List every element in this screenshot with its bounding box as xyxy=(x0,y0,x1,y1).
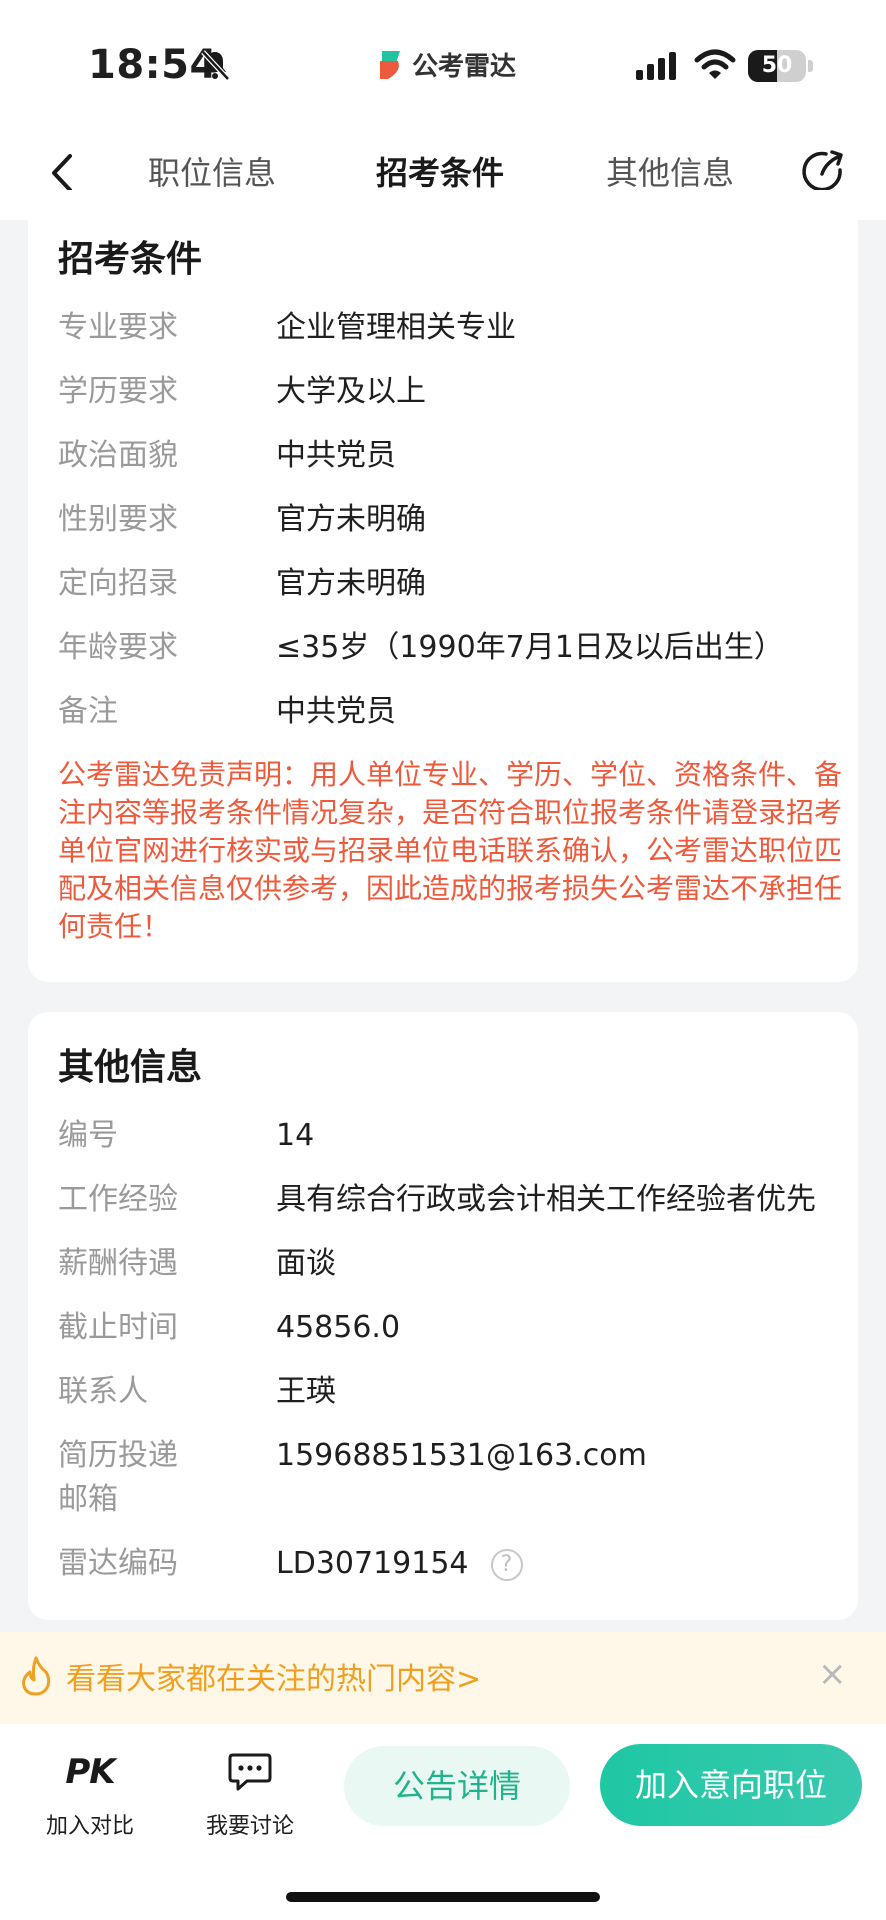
row-label: 学历要求 xyxy=(58,374,178,409)
hot-content-link[interactable]: 看看大家都在关注的热门内容> xyxy=(66,1654,481,1698)
row-value: 中共党员 xyxy=(276,694,396,729)
info-row: 工作经验 具有综合行政或会计相关工作经验者优先 xyxy=(58,1178,848,1228)
fire-icon xyxy=(22,1656,51,1696)
row-label: 专业要求 xyxy=(58,310,178,345)
app-name: 公考雷达 xyxy=(412,52,517,82)
requirement-row: 性别要求 官方未明确 xyxy=(58,498,848,548)
requirement-row: 定向招录 官方未明确 xyxy=(58,562,848,612)
tab-requirements[interactable]: 招考条件 xyxy=(376,148,504,194)
row-label: 年龄要求 xyxy=(58,630,178,665)
row-label: 工作经验 xyxy=(58,1182,178,1217)
battery-tip xyxy=(808,60,813,72)
row-value: 大学及以上 xyxy=(276,374,426,409)
app-brand: 公考雷达 xyxy=(378,46,516,83)
requirement-row: 专业要求 企业管理相关专业 xyxy=(58,306,848,356)
requirement-row: 政治面貌 中共党员 xyxy=(58,434,848,484)
other-info-title: 其他信息 xyxy=(58,1047,203,1088)
requirements-title: 招考条件 xyxy=(58,239,203,280)
row-value: 官方未明确 xyxy=(276,502,426,537)
email-label-line2: 邮箱 xyxy=(58,1482,118,1517)
battery-icon: 50 xyxy=(748,50,806,82)
info-row: 截止时间 45856.0 xyxy=(58,1306,848,1356)
radar-code-value: LD30719154 xyxy=(276,1546,469,1581)
bell-muted-icon xyxy=(201,50,230,81)
row-value: 企业管理相关专业 xyxy=(276,310,516,345)
chat-bubble-icon xyxy=(228,1753,272,1791)
other-info-card: 其他信息 编号 14 工作经验 具有综合行政或会计相关工作经验者优先 薪酬待遇 … xyxy=(28,1012,858,1620)
requirement-row: 年龄要求 ≤35岁（1990年7月1日及以后出生） xyxy=(58,626,848,676)
hot-content-banner[interactable]: 看看大家都在关注的热门内容> × xyxy=(0,1632,886,1724)
row-label: 截止时间 xyxy=(58,1310,178,1345)
row-label: 定向招录 xyxy=(58,566,178,601)
signal-icon xyxy=(636,52,676,80)
row-label: 性别要求 xyxy=(58,502,178,537)
app-logo-icon xyxy=(380,50,400,79)
pk-icon: PK xyxy=(65,1752,115,1792)
add-compare-button[interactable]: PK 加入对比 xyxy=(30,1750,150,1840)
row-label: 编号 xyxy=(58,1118,118,1153)
discuss-label: 我要讨论 xyxy=(205,1814,294,1839)
discuss-button[interactable]: 我要讨论 xyxy=(190,1750,310,1840)
notice-details-button[interactable]: 公告详情 xyxy=(344,1746,570,1826)
radar-code-value-wrap: LD30719154? xyxy=(276,1542,523,1586)
help-question-icon[interactable]: ? xyxy=(490,1548,523,1581)
info-row: 编号 14 xyxy=(58,1114,848,1164)
requirement-row: 学历要求 大学及以上 xyxy=(58,370,848,420)
share-icon[interactable] xyxy=(800,148,848,196)
row-value: 面谈 xyxy=(276,1246,336,1281)
radar-code-label: 雷达编码 xyxy=(58,1546,178,1581)
row-label: 政治面貌 xyxy=(58,438,178,473)
email-row: 简历投递 邮箱 15968851531@163.com xyxy=(58,1434,848,1526)
requirement-row: 备注 中共党员 xyxy=(58,690,848,740)
email-label: 简历投递 邮箱 xyxy=(58,1434,238,1522)
add-intended-position-button[interactable]: 加入意向职位 xyxy=(600,1744,862,1826)
row-value: 王瑛 xyxy=(276,1374,336,1409)
disclaimer-text: 公考雷达免责声明：用人单位专业、学历、学位、资格条件、备注内容等报考条件情况复杂… xyxy=(58,758,843,943)
row-label: 联系人 xyxy=(58,1374,148,1409)
row-label: 备注 xyxy=(58,694,118,729)
info-row: 薪酬待遇 面谈 xyxy=(58,1242,848,1292)
row-value: 具有综合行政或会计相关工作经验者优先 xyxy=(276,1182,816,1217)
radar-code-row: 雷达编码 LD30719154? xyxy=(58,1542,848,1592)
tab-other-info[interactable]: 其他信息 xyxy=(606,148,734,194)
row-value: 中共党员 xyxy=(276,438,396,473)
row-label: 薪酬待遇 xyxy=(58,1246,178,1281)
row-value: 45856.0 xyxy=(276,1310,401,1345)
home-indicator[interactable] xyxy=(286,1892,600,1902)
tab-position-info[interactable]: 职位信息 xyxy=(148,148,276,194)
row-value: 14 xyxy=(276,1118,315,1153)
status-bar: 18:54 公考雷达 50 xyxy=(0,0,886,130)
row-value: ≤35岁（1990年7月1日及以后出生） xyxy=(276,630,784,665)
battery-level: 50 xyxy=(761,53,793,78)
row-value: 官方未明确 xyxy=(276,566,426,601)
add-compare-label: 加入对比 xyxy=(45,1814,134,1839)
requirements-card: 招考条件 专业要求 企业管理相关专业 学历要求 大学及以上 政治面貌 中共党员 … xyxy=(28,190,858,982)
wifi-icon xyxy=(694,49,736,79)
email-label-line1: 简历投递 xyxy=(58,1438,178,1473)
email-value[interactable]: 15968851531@163.com xyxy=(276,1434,647,1478)
close-icon[interactable]: × xyxy=(818,1654,847,1694)
bottom-action-bar: PK 加入对比 我要讨论 公告详情 加入意向职位 xyxy=(0,1724,886,1920)
info-row: 联系人 王瑛 xyxy=(58,1370,848,1420)
